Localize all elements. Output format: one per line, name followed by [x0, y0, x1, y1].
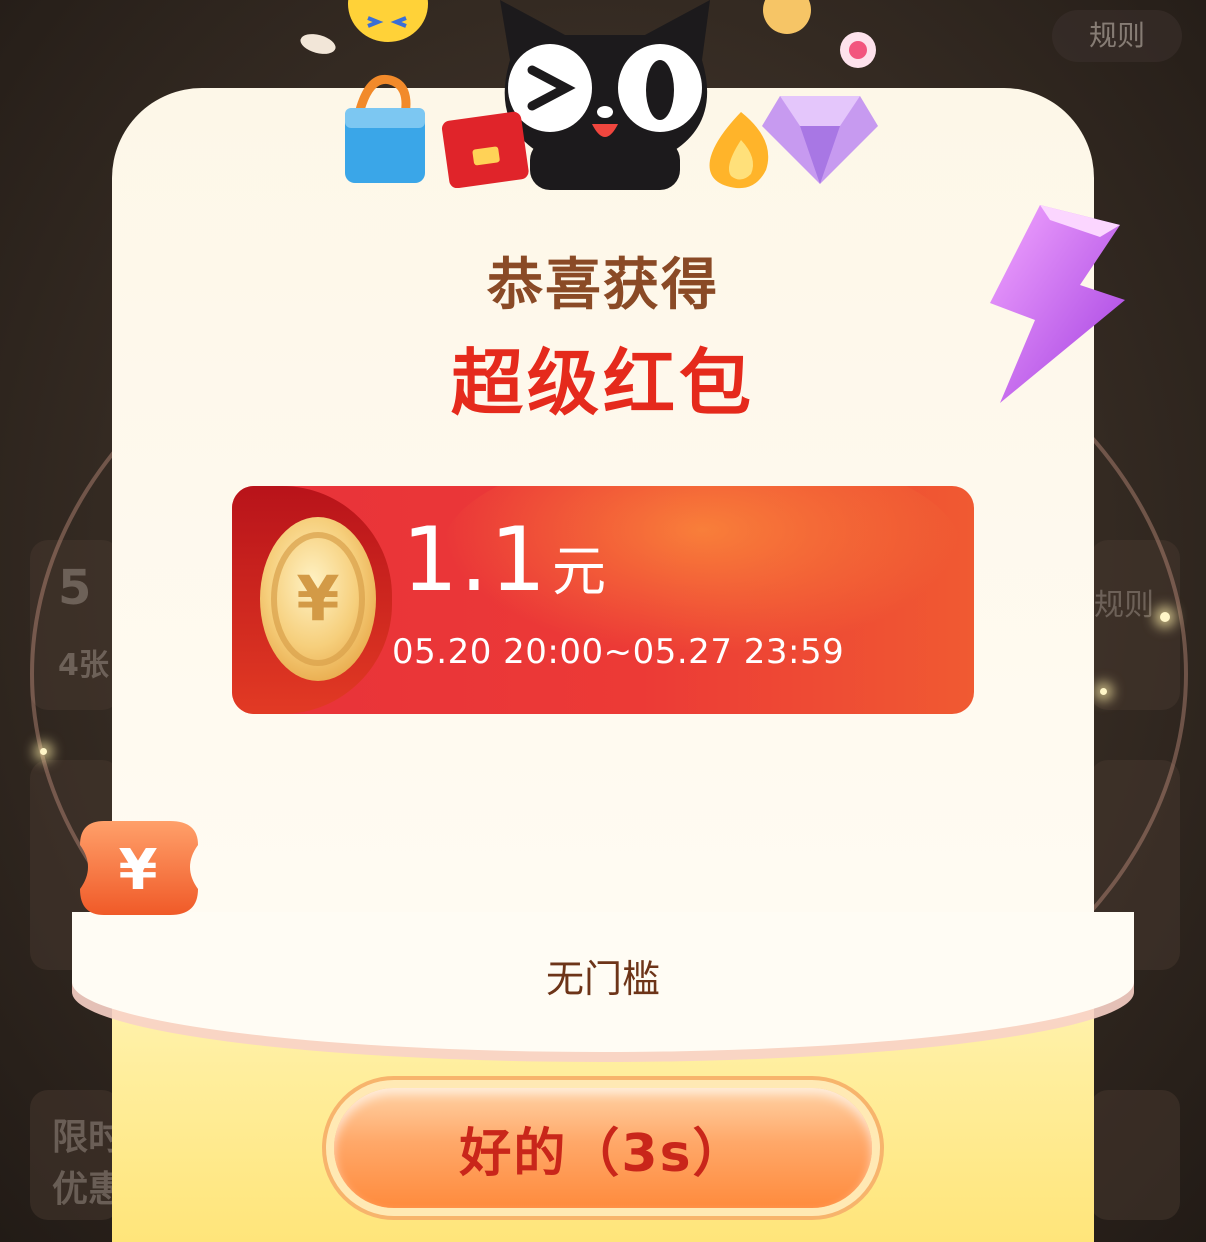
svg-text:¥: ¥ — [296, 562, 339, 635]
pink-badge-icon — [840, 32, 876, 68]
red-envelope-icon — [441, 111, 529, 188]
sparkle — [1100, 688, 1107, 695]
shopping-bag-icon — [345, 74, 425, 183]
sparkle — [1160, 612, 1170, 622]
emoji-face-icon — [348, 0, 428, 42]
modal-subtitle: 超级红包 — [450, 341, 755, 425]
flame-icon — [709, 112, 769, 189]
ok-button[interactable]: 好的（3s） — [334, 1088, 872, 1208]
yen-badge-icon: ¥ — [80, 821, 198, 915]
yen-coin-icon: ¥ — [260, 517, 376, 681]
coupon-validity: 05.20 20:00~05.27 23:59 — [392, 632, 845, 672]
red-packet-coupon: ¥ 1.1元 05.20 20:00~05.27 23:59 — [232, 486, 974, 714]
coupon-amount-value: 1.1 — [402, 508, 548, 611]
coupon-amount: 1.1元 — [402, 508, 606, 611]
lightning-icon — [990, 205, 1125, 403]
rules-button-background: 规则 — [1052, 10, 1182, 62]
svg-text:¥: ¥ — [119, 838, 158, 903]
pill-icon — [300, 34, 336, 54]
sparkle — [40, 748, 47, 755]
modal-title: 恭喜获得 — [487, 253, 719, 318]
background-card-right-3 — [1090, 1090, 1180, 1220]
reward-modal: 恭喜获得 超级红包 ¥ 1.1元 05.20 20:00~05.27 23:59… — [72, 88, 1134, 1242]
gold-coin-icon — [763, 0, 811, 34]
coupon-amount-unit: 元 — [551, 540, 606, 603]
threshold-label: 无门槛 — [545, 957, 660, 1001]
